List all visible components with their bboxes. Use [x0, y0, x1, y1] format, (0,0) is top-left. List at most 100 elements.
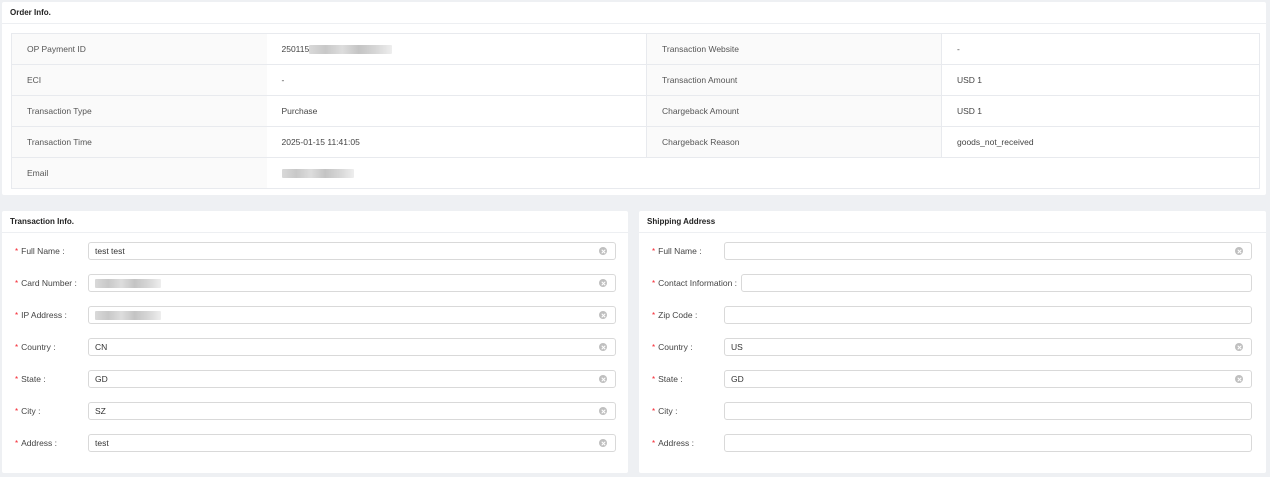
redacted-block	[309, 45, 393, 55]
chargeback-amount-value: USD 1	[941, 95, 1260, 127]
zip-code-label: Zip Code :	[658, 310, 698, 320]
card-number-label: Card Number :	[21, 278, 77, 288]
clear-circle-icon[interactable]	[599, 247, 607, 255]
order-info-card: Order Info. OP Payment ID 250115 Transac…	[2, 2, 1266, 195]
transaction-time-label: Transaction Time	[11, 126, 267, 158]
state-label: State :	[658, 374, 683, 384]
transaction-type-label: Transaction Type	[11, 95, 267, 127]
city-label: City :	[658, 406, 678, 416]
clear-circle-icon[interactable]	[599, 343, 607, 351]
required-mark: *	[652, 311, 656, 320]
contact-information-input[interactable]	[741, 274, 1252, 292]
clear-circle-icon[interactable]	[599, 279, 607, 287]
full-name-input[interactable]: test test	[88, 242, 616, 260]
required-mark: *	[652, 247, 656, 256]
chargeback-amount-label: Chargeback Amount	[646, 95, 942, 127]
contact-information-label: Contact Information :	[658, 278, 738, 288]
chargeback-reason-label: Chargeback Reason	[646, 126, 942, 158]
address-input[interactable]: test	[88, 434, 616, 452]
eci-value: -	[266, 64, 647, 96]
op-payment-id-label: OP Payment ID	[11, 33, 267, 65]
order-info-table: OP Payment ID 250115 Transaction Website…	[11, 33, 1260, 189]
redacted-block	[281, 169, 354, 179]
form-row-ip-address: * IP Address :	[2, 306, 628, 324]
clear-circle-icon[interactable]	[1235, 343, 1243, 351]
full-name-label: Full Name :	[21, 246, 65, 256]
required-mark: *	[652, 279, 656, 288]
transaction-amount-label: Transaction Amount	[646, 64, 942, 96]
country-input[interactable]: CN	[88, 338, 616, 356]
form-row-address: * Address :	[639, 434, 1266, 452]
required-mark: *	[15, 439, 19, 448]
country-label: Country :	[21, 342, 56, 352]
clear-circle-icon[interactable]	[1235, 375, 1243, 383]
state-label: State :	[21, 374, 46, 384]
full-name-label: Full Name :	[658, 246, 702, 256]
required-mark: *	[15, 311, 19, 320]
table-row: Transaction Time 2025-01-15 11:41:05 Cha…	[11, 126, 1260, 158]
clear-circle-icon[interactable]	[1235, 247, 1243, 255]
shipping-address-title: Shipping Address	[639, 211, 1266, 233]
clear-circle-icon[interactable]	[599, 407, 607, 415]
form-row-country: * Country : US	[639, 338, 1266, 356]
form-row-full-name: * Full Name : test test	[2, 242, 628, 260]
op-payment-id-value: 250115	[266, 33, 647, 65]
transaction-info-title: Transaction Info.	[2, 211, 628, 233]
form-row-country: * Country : CN	[2, 338, 628, 356]
form-row-card-number: * Card Number :	[2, 274, 628, 292]
card-number-input[interactable]	[88, 274, 616, 292]
required-mark: *	[15, 375, 19, 384]
required-mark: *	[15, 343, 19, 352]
chargeback-reason-value: goods_not_received	[941, 126, 1260, 158]
transaction-info-card: Transaction Info. * Full Name : test test…	[2, 211, 628, 473]
redacted-block	[95, 279, 161, 289]
eci-label: ECI	[11, 64, 267, 96]
city-label: City :	[21, 406, 41, 416]
clear-circle-icon[interactable]	[599, 375, 607, 383]
address-label: Address :	[21, 438, 58, 448]
form-row-address: * Address : test	[2, 434, 628, 452]
transaction-amount-value: USD 1	[941, 64, 1260, 96]
clear-circle-icon[interactable]	[599, 439, 607, 447]
form-row-city: * City : SZ	[2, 402, 628, 420]
required-mark: *	[652, 439, 656, 448]
country-label: Country :	[658, 342, 693, 352]
shipping-address-card: Shipping Address * Full Name : * Contact I…	[639, 211, 1266, 473]
transaction-type-value: Purchase	[266, 95, 647, 127]
form-row-state: * State : GD	[2, 370, 628, 388]
ip-address-input[interactable]	[88, 306, 616, 324]
required-mark: *	[15, 407, 19, 416]
transaction-website-label: Transaction Website	[646, 33, 942, 65]
form-row-full-name: * Full Name :	[639, 242, 1266, 260]
redacted-block	[95, 311, 161, 321]
address-label: Address :	[658, 438, 695, 448]
order-info-title: Order Info.	[2, 2, 1266, 24]
required-mark: *	[652, 407, 656, 416]
zip-code-input[interactable]	[724, 306, 1252, 324]
shipping-country-input[interactable]: US	[724, 338, 1252, 356]
shipping-address-input[interactable]	[724, 434, 1252, 452]
shipping-full-name-input[interactable]	[724, 242, 1252, 260]
form-row-city: * City :	[639, 402, 1266, 420]
form-row-state: * State : GD	[639, 370, 1266, 388]
required-mark: *	[652, 375, 656, 384]
ip-address-label: IP Address :	[21, 310, 67, 320]
table-row: ECI - Transaction Amount USD 1	[11, 64, 1260, 96]
shipping-state-input[interactable]: GD	[724, 370, 1252, 388]
table-row: Transaction Type Purchase Chargeback Amo…	[11, 95, 1260, 127]
required-mark: *	[15, 247, 19, 256]
transaction-website-value: -	[941, 33, 1260, 65]
required-mark: *	[652, 343, 656, 352]
form-row-contact-information: * Contact Information :	[639, 274, 1266, 292]
email-label: Email	[11, 157, 267, 189]
clear-circle-icon[interactable]	[599, 311, 607, 319]
email-value	[266, 157, 1260, 189]
state-input[interactable]: GD	[88, 370, 616, 388]
table-row: OP Payment ID 250115 Transaction Website…	[11, 33, 1260, 65]
required-mark: *	[15, 279, 19, 288]
shipping-city-input[interactable]	[724, 402, 1252, 420]
table-row: Email	[11, 157, 1260, 189]
form-row-zip-code: * Zip Code :	[639, 306, 1266, 324]
transaction-time-value: 2025-01-15 11:41:05	[266, 126, 647, 158]
city-input[interactable]: SZ	[88, 402, 616, 420]
